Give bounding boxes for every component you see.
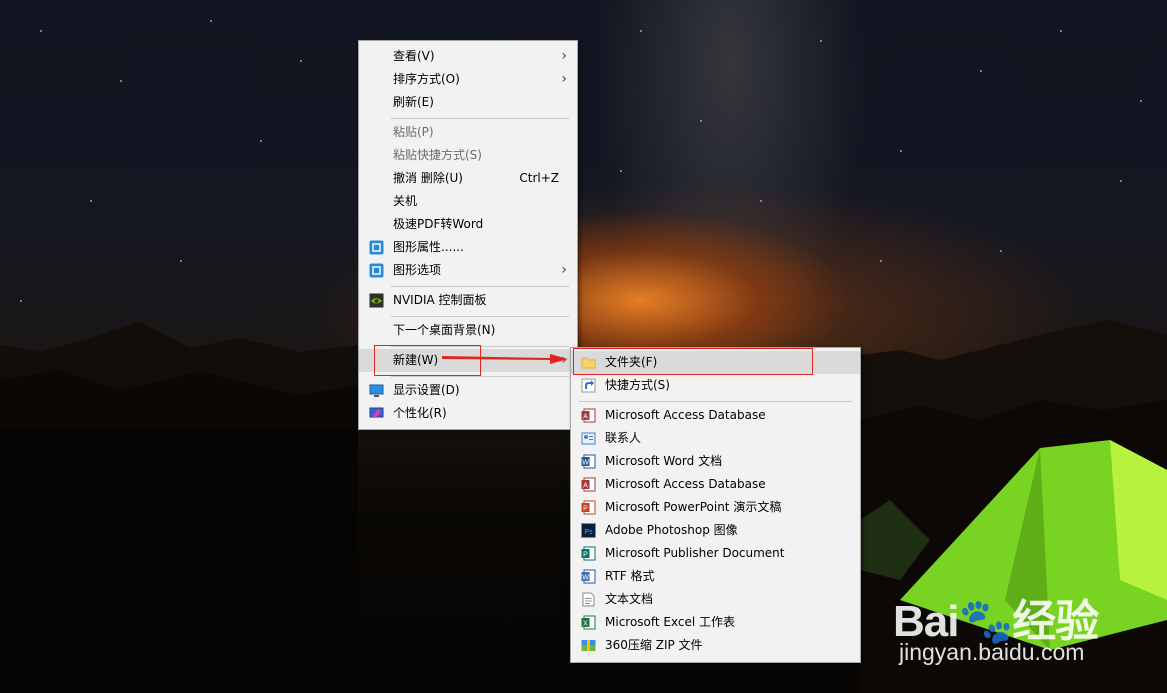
menu-item-label: 下一个桌面背景(N) [393,323,496,337]
svg-text:X: X [583,621,588,628]
menu-item-shutdown[interactable]: 关机 [359,190,577,213]
menu-item-graphics-properties[interactable]: 图形属性...... [359,236,577,259]
menu-item-paste-shortcut[interactable]: 粘贴快捷方式(S) [359,144,577,167]
menu-item-label: 个性化(R) [393,406,447,420]
menu-item-label: Microsoft Word 文档 [605,454,723,468]
nvidia-icon [369,293,384,308]
text-document-icon [582,592,595,607]
svg-text:P: P [583,552,588,559]
access-icon: A [581,477,596,492]
menu-item-label: Microsoft Access Database [605,408,766,422]
menu-item-label: Microsoft Access Database [605,477,766,491]
watermark-url: jingyan.baidu.com [899,639,1085,665]
menu-item-personalize[interactable]: 个性化(R) [359,402,577,425]
menu-item-paste[interactable]: 粘贴(P) [359,121,577,144]
menu-item-pdf-to-word[interactable]: 极速PDF转Word [359,213,577,236]
menu-item-label: Microsoft Publisher Document [605,546,785,560]
menu-item-sort-by[interactable]: 排序方式(O) › [359,68,577,91]
svg-text:W: W [582,575,589,582]
menu-item-label: 文本文档 [605,592,654,606]
submenu-item-access-database-2[interactable]: A Microsoft Access Database [571,473,860,496]
new-submenu: 文件夹(F) 快捷方式(S) A Microsoft Access Databa… [570,347,861,663]
menu-item-next-desktop-background[interactable]: 下一个桌面背景(N) [359,319,577,342]
menu-item-label: 360压缩 ZIP 文件 [605,638,703,652]
menu-separator [391,118,569,119]
intel-graphics-icon [369,263,384,278]
menu-item-label: RTF 格式 [605,569,655,583]
personalize-icon [369,407,384,418]
menu-item-label: 刷新(E) [393,95,434,109]
menu-item-label: Adobe Photoshop 图像 [605,523,738,537]
svg-text:A: A [583,414,588,421]
menu-item-label: 排序方式(O) [393,72,460,86]
menu-separator [579,401,852,402]
menu-item-label: 图形选项 [393,263,442,277]
contact-icon [581,432,596,445]
submenu-item-contact[interactable]: 联系人 [571,427,860,450]
menu-item-label: Microsoft Excel 工作表 [605,615,736,629]
baidu-jingyan-watermark: Bai🐾经验 jingyan.baidu.com [893,585,1133,665]
submenu-item-photoshop-image[interactable]: Ps Adobe Photoshop 图像 [571,519,860,542]
menu-item-label: 粘贴(P) [393,125,434,139]
submenu-item-rtf-document[interactable]: W RTF 格式 [571,565,860,588]
menu-item-label: 图形属性...... [393,240,464,254]
menu-item-label: Microsoft PowerPoint 演示文稿 [605,500,782,514]
menu-item-label: NVIDIA 控制面板 [393,293,487,307]
submenu-item-powerpoint-presentation[interactable]: P Microsoft PowerPoint 演示文稿 [571,496,860,519]
menu-item-shortcut: Ctrl+Z [519,171,559,185]
menu-item-label: 查看(V) [393,49,435,63]
publisher-icon: P [581,546,596,561]
menu-item-refresh[interactable]: 刷新(E) [359,91,577,114]
word-icon: W [581,454,596,469]
menu-item-label: 极速PDF转Word [393,217,484,231]
submenu-item-publisher-document[interactable]: P Microsoft Publisher Document [571,542,860,565]
chevron-right-icon: › [561,71,567,87]
submenu-item-zip-archive[interactable]: 360压缩 ZIP 文件 [571,634,860,657]
svg-text:W: W [582,460,589,467]
shortcut-icon [581,378,596,393]
chevron-right-icon: › [561,48,567,64]
menu-item-view[interactable]: 查看(V) › [359,45,577,68]
menu-item-label: 显示设置(D) [393,383,460,397]
menu-item-label: 粘贴快捷方式(S) [393,148,482,162]
submenu-item-text-document[interactable]: 文本文档 [571,588,860,611]
submenu-item-excel-worksheet[interactable]: X Microsoft Excel 工作表 [571,611,860,634]
menu-item-label: 联系人 [605,431,642,445]
annotation-arrow-icon [442,354,568,364]
menu-item-undo-delete[interactable]: 撤消 删除(U) Ctrl+Z [359,167,577,190]
svg-text:Ps: Ps [584,529,593,536]
menu-item-label: 快捷方式(S) [605,378,670,392]
menu-separator [391,376,569,377]
menu-separator [391,286,569,287]
powerpoint-icon: P [581,500,596,515]
menu-separator [391,316,569,317]
intel-graphics-icon [369,240,384,255]
access-icon: A [581,408,596,423]
svg-text:P: P [583,506,588,513]
submenu-item-word-document[interactable]: W Microsoft Word 文档 [571,450,860,473]
menu-item-label: 撤消 删除(U) [393,171,463,185]
submenu-item-access-database[interactable]: A Microsoft Access Database [571,404,860,427]
svg-text:A: A [583,483,588,490]
submenu-item-shortcut[interactable]: 快捷方式(S) [571,374,860,397]
rtf-icon: W [581,569,596,584]
menu-item-display-settings[interactable]: 显示设置(D) [359,379,577,402]
annotation-box-folder [573,348,813,375]
menu-item-label: 关机 [393,194,418,208]
menu-item-graphics-options[interactable]: 图形选项 › [359,259,577,282]
excel-icon: X [581,615,596,630]
menu-item-nvidia-control-panel[interactable]: NVIDIA 控制面板 [359,289,577,312]
chevron-right-icon: › [561,262,567,278]
zip-archive-icon [581,640,596,651]
display-settings-icon [369,384,384,397]
photoshop-icon: Ps [581,523,596,538]
